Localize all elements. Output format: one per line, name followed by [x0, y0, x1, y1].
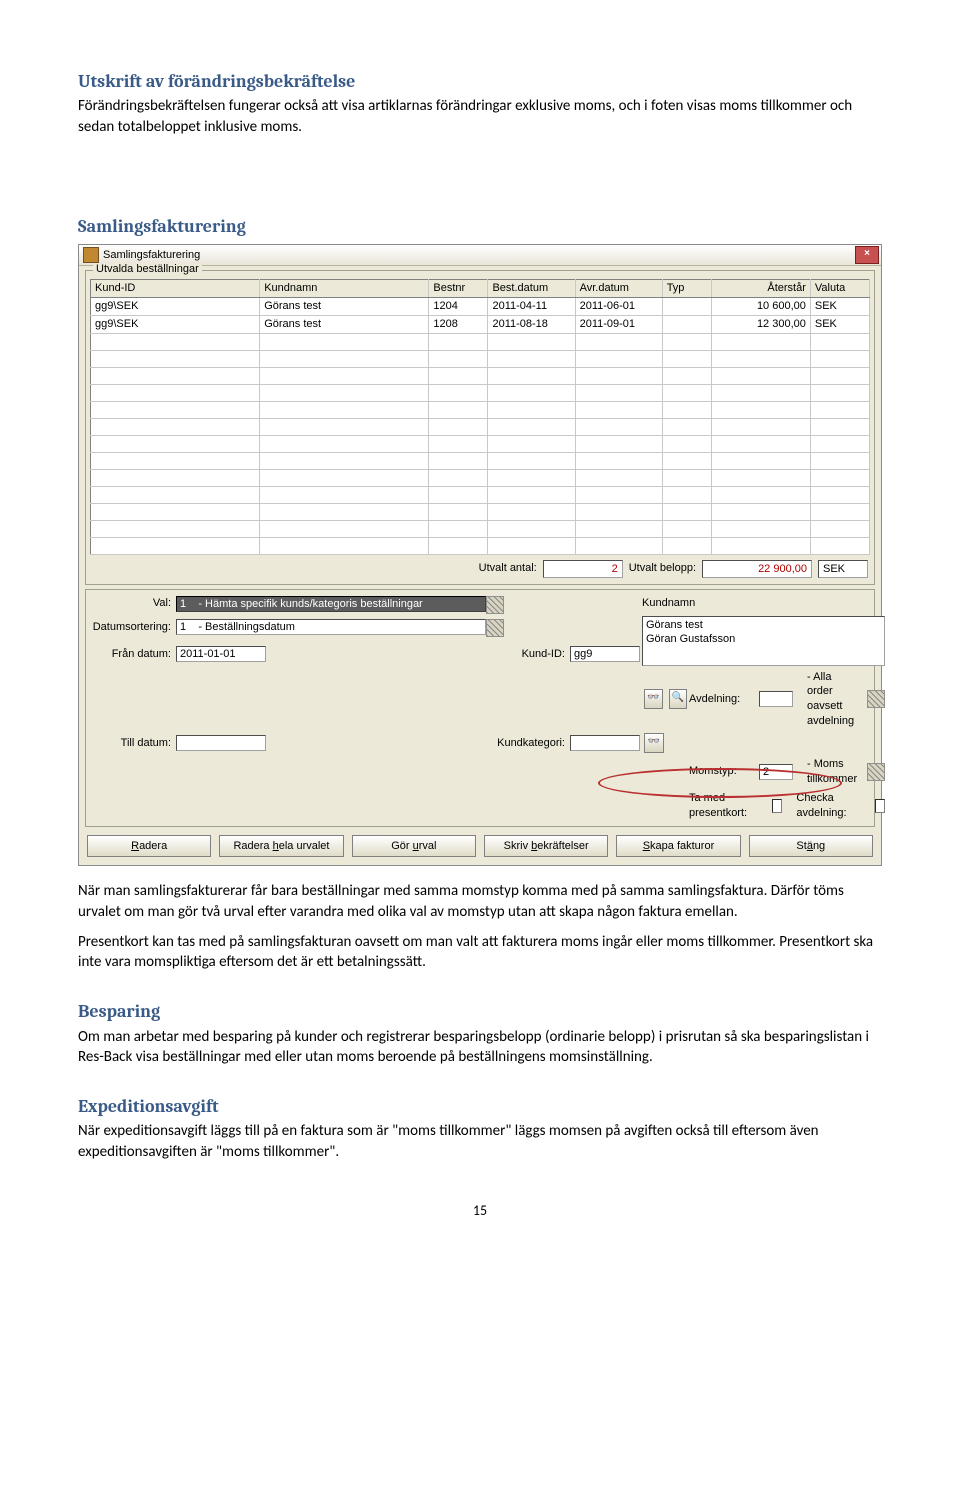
- filters-panel: Val: Kundnamn Datumsortering: Görans tes…: [85, 589, 875, 828]
- radera-button[interactable]: Radera: [87, 835, 211, 857]
- lookup-icon[interactable]: [486, 596, 504, 614]
- page-number: 15: [78, 1202, 882, 1221]
- group-legend: Utvalda beställningar: [93, 263, 202, 275]
- window-title: Samlingsfakturering: [103, 248, 855, 263]
- table-row-empty: [91, 367, 870, 384]
- lookup-icon[interactable]: [867, 690, 885, 708]
- till-datum-input[interactable]: [176, 735, 266, 751]
- app-icon: [83, 247, 99, 263]
- heading-samlingsfakturering: Samlingsfakturering: [78, 215, 882, 239]
- sort-input[interactable]: [176, 619, 486, 635]
- lookup-icon[interactable]: [486, 619, 504, 637]
- momstyp-row: Momstyp: - Moms tillkommer: [689, 757, 885, 787]
- moms-input[interactable]: [759, 764, 793, 780]
- table-row-empty: [91, 401, 870, 418]
- table-row-empty: [91, 418, 870, 435]
- para-1: Förändringsbekräftelsen fungerar också a…: [78, 96, 882, 137]
- till-label: Till datum:: [92, 736, 174, 751]
- table-row[interactable]: gg9\SEK Görans test 1208 2011-08-18 2011…: [91, 315, 870, 333]
- para-2: När man samlingsfakturerar får bara best…: [78, 881, 882, 922]
- heading-expeditionsavgift: Expeditionsavgift: [78, 1095, 882, 1119]
- radera-hela-button[interactable]: Radera hela urvalet: [219, 835, 343, 857]
- lookup-icon[interactable]: [867, 763, 885, 781]
- kundnamn-label: Kundnamn: [642, 596, 885, 611]
- totals-row: Utvalt antal: Utvalt belopp:: [86, 555, 874, 584]
- heading-besparing: Besparing: [78, 1000, 882, 1024]
- fran-datum-input[interactable]: [176, 646, 266, 662]
- table-row[interactable]: gg9\SEK Görans test 1204 2011-04-11 2011…: [91, 297, 870, 315]
- button-row: Radera Radera hela urvalet Gör urval Skr…: [79, 831, 881, 865]
- close-icon[interactable]: ×: [855, 246, 879, 264]
- binoculars-icon[interactable]: 👓: [644, 689, 663, 709]
- table-row-empty: [91, 384, 870, 401]
- utvalt-belopp-value: [702, 560, 812, 578]
- kundkat-input[interactable]: [570, 735, 640, 751]
- col-bestnr[interactable]: Bestnr: [429, 280, 488, 298]
- moms-label: Momstyp:: [689, 764, 753, 779]
- col-avrdatum[interactable]: Avr.datum: [575, 280, 662, 298]
- avd-text: - Alla order oavsett avdelning: [799, 670, 857, 729]
- table-row-empty: [91, 333, 870, 350]
- skriv-button[interactable]: Skriv bekräftelser: [484, 835, 608, 857]
- col-valuta[interactable]: Valuta: [810, 280, 869, 298]
- window-samlingsfakturering: Samlingsfakturering × Utvalda beställnin…: [78, 244, 882, 866]
- kundnamn-box: Görans test Göran Gustafsson: [642, 616, 885, 666]
- col-aterstar[interactable]: Återstår: [711, 280, 810, 298]
- fran-label: Från datum:: [92, 647, 174, 662]
- col-kundnamn[interactable]: Kundnamn: [260, 280, 429, 298]
- group-utvalda: Utvalda beställningar Kund-ID Kundnamn B…: [85, 270, 875, 585]
- table-row-empty: [91, 350, 870, 367]
- table-header-row: Kund-ID Kundnamn Bestnr Best.datum Avr.d…: [91, 280, 870, 298]
- utvalt-antal-label: Utvalt antal:: [479, 561, 537, 576]
- spacer: [78, 147, 882, 187]
- skapa-button[interactable]: Skapa fakturor: [616, 835, 740, 857]
- avdelning-row: Avdelning: - Alla order oavsett avdelnin…: [689, 670, 885, 729]
- binoculars-icon[interactable]: 👓: [644, 733, 664, 753]
- table-row-empty: [91, 435, 870, 452]
- sort-label: Datumsortering:: [92, 620, 174, 635]
- val-select[interactable]: [176, 596, 486, 612]
- table-row-empty: [91, 520, 870, 537]
- magnifier-icon[interactable]: 🔍: [669, 689, 688, 709]
- table-row-empty: [91, 503, 870, 520]
- checka-label: Checka avdelning:: [796, 791, 860, 821]
- table-row-empty: [91, 537, 870, 554]
- moms-text: - Moms tillkommer: [799, 757, 857, 787]
- avd-label: Avdelning:: [689, 692, 753, 707]
- table-row-empty: [91, 486, 870, 503]
- presentkort-checkbox[interactable]: [772, 799, 783, 813]
- kundkat-label: Kundkategori:: [488, 736, 568, 751]
- orders-table[interactable]: Kund-ID Kundnamn Bestnr Best.datum Avr.d…: [90, 279, 870, 555]
- presentkort-label: Ta med presentkort:: [689, 791, 758, 821]
- checka-avd-checkbox[interactable]: [875, 799, 886, 813]
- table-row-empty: [91, 452, 870, 469]
- kundid-label: Kund-ID:: [488, 647, 568, 662]
- col-typ[interactable]: Typ: [662, 280, 711, 298]
- utvalt-belopp-label: Utvalt belopp:: [629, 561, 696, 576]
- avd-input[interactable]: [759, 691, 793, 707]
- stang-button[interactable]: Stäng: [749, 835, 873, 857]
- para-5: När expeditionsavgift läggs till på en f…: [78, 1121, 882, 1162]
- col-kundid[interactable]: Kund-ID: [91, 280, 260, 298]
- para-4: Om man arbetar med besparing på kunder o…: [78, 1027, 882, 1068]
- val-label: Val:: [92, 596, 174, 611]
- table-row-empty: [91, 469, 870, 486]
- utvalt-belopp-currency: [818, 560, 868, 578]
- heading-utskrift: Utskrift av förändringsbekräftelse: [78, 70, 882, 94]
- kundnamn-line1: Görans test: [646, 618, 881, 633]
- utvalt-antal-value: [543, 560, 623, 578]
- gor-urval-button[interactable]: Gör urval: [352, 835, 476, 857]
- col-bestdatum[interactable]: Best.datum: [488, 280, 575, 298]
- kundid-input[interactable]: [570, 646, 640, 662]
- kundnamn-line2: Göran Gustafsson: [646, 632, 881, 647]
- para-3: Presentkort kan tas med på samlingsfaktu…: [78, 932, 882, 973]
